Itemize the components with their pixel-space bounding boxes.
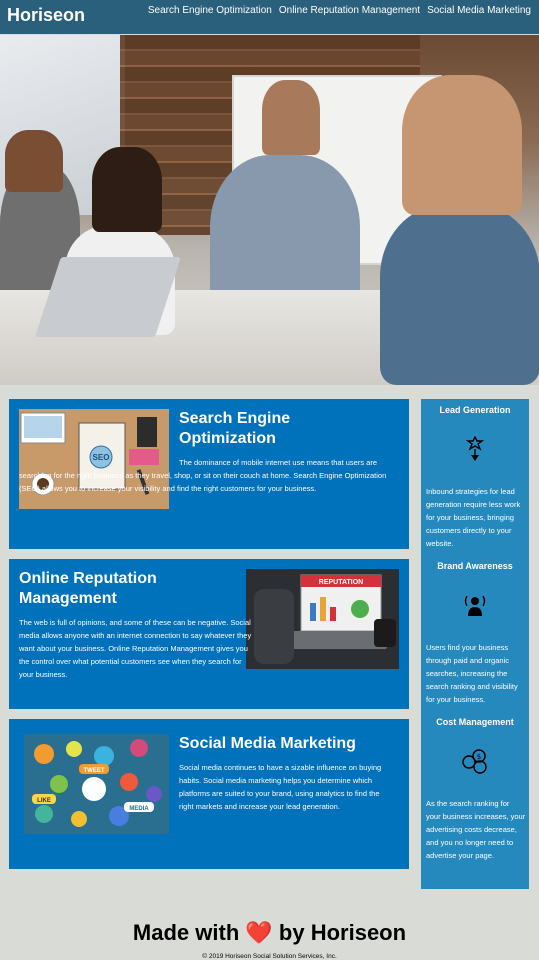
social-text: Social media continues to have a sizable… bbox=[179, 763, 382, 811]
reputation-section: REPUTATION Online Reputation Management … bbox=[9, 559, 409, 709]
reputation-image: REPUTATION bbox=[246, 569, 399, 669]
nav-link-seo[interactable]: Search Engine Optimization bbox=[148, 5, 272, 16]
reputation-text: The web is full of opinions, and some of… bbox=[19, 618, 252, 679]
site-header: Horiseon Search Engine Optimization Onli… bbox=[0, 0, 539, 34]
hero-person-2-head bbox=[92, 147, 162, 232]
seo-section: SEO Search Engine Optimization The domin… bbox=[9, 399, 409, 549]
benefit-cost-text: As the search ranking for your business … bbox=[426, 799, 526, 860]
reputation-title: Online Reputation Management bbox=[19, 570, 157, 607]
social-section: LIKE TWEET MEDIA Social Media Marketing … bbox=[9, 719, 409, 869]
main-nav: Search Engine Optimization Online Reputa… bbox=[148, 5, 531, 16]
seo-title: Search Engine Optimization bbox=[179, 410, 291, 447]
footer-by-text: by Horiseon bbox=[278, 920, 407, 945]
logo[interactable]: Horiseon bbox=[7, 5, 85, 26]
footer-made-with-text: Made with bbox=[132, 920, 240, 945]
hero-person-3-head bbox=[262, 80, 320, 155]
footer-made-with: Made with ❤️ by Horiseon bbox=[0, 920, 539, 946]
svg-text:$: $ bbox=[477, 753, 481, 761]
benefit-brand-text: Users find your business through paid an… bbox=[426, 643, 518, 704]
social-tag-tweet: TWEET bbox=[84, 768, 105, 774]
benefits-sidebar: Lead Generation Inbound strategies for l… bbox=[421, 399, 529, 889]
seo-text: The dominance of mobile internet use mea… bbox=[19, 458, 387, 493]
lead-generation-icon bbox=[461, 435, 489, 463]
benefit-brand-title: Brand Awareness bbox=[437, 561, 513, 571]
reputation-banner-text: REPUTATION bbox=[319, 579, 363, 586]
benefit-lead-title: Lead Generation bbox=[439, 405, 511, 415]
brand-awareness-icon bbox=[461, 591, 489, 619]
hero-person-4-head bbox=[402, 75, 522, 215]
social-title: Social Media Marketing bbox=[179, 735, 356, 752]
cost-management-icon: $ bbox=[461, 747, 489, 775]
nav-link-reputation[interactable]: Online Reputation Management bbox=[279, 5, 420, 16]
benefit-cost-title: Cost Management bbox=[436, 717, 514, 727]
hero-image bbox=[0, 35, 539, 385]
footer-copyright: © 2019 Horiseon Social Solution Services… bbox=[202, 953, 337, 960]
benefit-lead-text: Inbound strategies for lead generation r… bbox=[426, 487, 521, 548]
hero-person-1-head bbox=[5, 130, 63, 192]
social-tag-like: LIKE bbox=[37, 798, 51, 804]
heart-icon: ❤️ bbox=[245, 920, 273, 945]
social-image: LIKE TWEET MEDIA bbox=[24, 734, 169, 834]
hero-person-4 bbox=[380, 205, 539, 385]
social-tag-media: MEDIA bbox=[129, 806, 149, 812]
nav-link-social[interactable]: Social Media Marketing bbox=[427, 5, 531, 16]
